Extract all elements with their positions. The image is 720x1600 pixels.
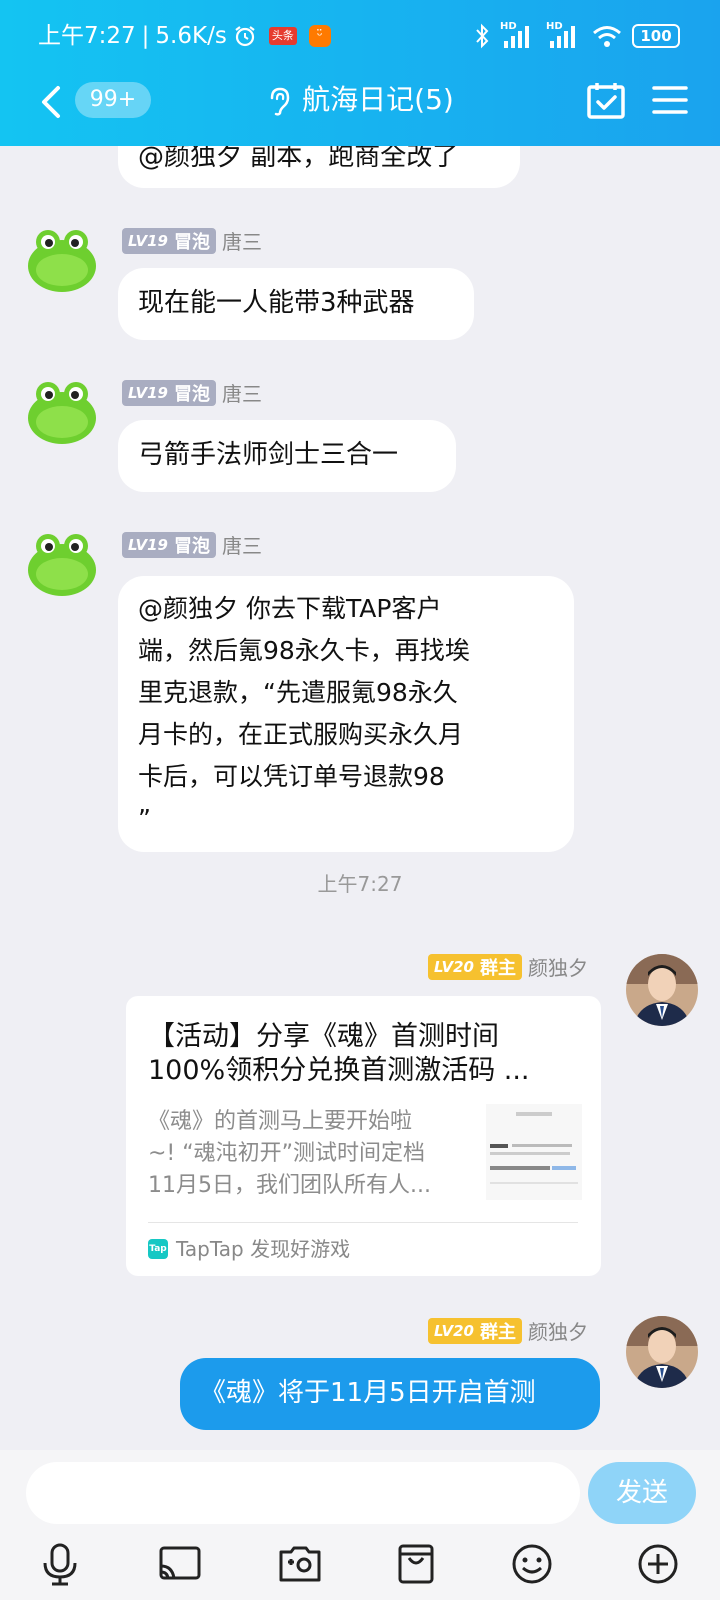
card-source: Tap TapTap 发现好游戏: [148, 1237, 351, 1261]
sender-name[interactable]: 唐三: [222, 226, 262, 255]
avatar[interactable]: [26, 526, 98, 598]
cast-icon[interactable]: [158, 1542, 202, 1586]
status-separator: |: [141, 23, 150, 49]
message-line: 里克退款，“先遣服氪98永久: [138, 678, 458, 707]
card-thumbnail: [486, 1104, 582, 1200]
plus-icon[interactable]: [636, 1542, 680, 1586]
link-card[interactable]: 【活动】分享《魂》首测时间 100%领积分兑换首测激活码 ... 《魂》的首测马…: [126, 996, 601, 1276]
divider: [148, 1222, 578, 1223]
image-icon[interactable]: [278, 1542, 322, 1586]
alarm-icon: [235, 26, 255, 47]
card-title: 【活动】分享《魂》首测时间 100%领积分兑换首测激活码 ...: [148, 1021, 530, 1086]
sender-meta: LV20 群主 颜独夕: [428, 1316, 588, 1345]
status-bar: 上午7:27 | 5.6K/s 头条 ᵕ̈ HD HD 100: [0, 18, 720, 54]
taptap-icon: Tap: [148, 1239, 168, 1259]
signal-1: HD: [500, 21, 536, 49]
message-bubble[interactable]: @颜独夕 你去下载TAP客户 端，然后氪98永久卡，再找埃 里克退款，“先遣服氪…: [118, 576, 574, 852]
network-speed: 5.6K/s: [155, 23, 227, 49]
status-left: 上午7:27 | 5.6K/s 头条 ᵕ̈: [38, 18, 331, 54]
sender-name[interactable]: 颜独夕: [528, 952, 588, 981]
sender-meta: LV19 冒泡 唐三: [122, 530, 262, 559]
cellular-signal-icon: [504, 26, 529, 48]
avatar[interactable]: [26, 374, 98, 446]
chat-title-text: 航海日记(5): [302, 83, 454, 116]
input-bar: 发送: [0, 1450, 720, 1600]
avatar[interactable]: [26, 222, 98, 294]
level-badge: LV19 冒泡: [122, 227, 216, 254]
message-text: 《魂》将于11月5日开启首测: [200, 1378, 536, 1408]
timestamp: 上午7:27: [317, 872, 403, 896]
message-line: @颜独夕 你去下载TAP客户: [138, 594, 442, 623]
sender-meta: LV20 群主 颜独夕: [428, 952, 588, 981]
status-time: 上午7:27: [38, 23, 136, 49]
header: 上午7:27 | 5.6K/s 头条 ᵕ̈ HD HD 100 99+ 航海日记…: [0, 0, 720, 146]
gift-icon[interactable]: [394, 1542, 438, 1586]
bluetooth-icon: [476, 23, 489, 49]
mic-icon[interactable]: [38, 1542, 82, 1586]
level-badge: LV19 冒泡: [122, 531, 216, 558]
toutiao-icon: 头条: [268, 27, 297, 45]
avatar[interactable]: [626, 1316, 698, 1388]
chat-area: @颜独夕 副本，跑商全改了 LV19 冒泡 唐三 现在能一人能带3种武器 LV19…: [0, 0, 720, 1450]
message-line: 卡后，可以凭订单号退款98: [138, 762, 445, 791]
message-line: 端，然后氪98永久卡，再找埃: [138, 636, 470, 665]
signal-2: HD: [546, 21, 582, 49]
calendar-check-icon[interactable]: [586, 80, 626, 120]
ear-icon: [270, 87, 290, 116]
sender-meta: LV19 冒泡 唐三: [122, 378, 262, 407]
taobao-icon: ᵕ̈: [308, 25, 331, 47]
message-input[interactable]: [26, 1462, 580, 1524]
wifi-icon: [593, 26, 621, 47]
nav-bar: 99+ 航海日记(5): [0, 72, 720, 132]
avatar[interactable]: [626, 954, 698, 1026]
sender-name[interactable]: 唐三: [222, 378, 262, 407]
card-description: 《魂》的首测马上要开始啦 ~! “魂沌初开”测试时间定档 11月5日，我们团队所…: [148, 1109, 431, 1198]
message-text: 现在能一人能带3种武器: [138, 288, 415, 318]
sender-meta: LV19 冒泡 唐三: [122, 226, 262, 255]
message-bubble[interactable]: 《魂》将于11月5日开启首测: [180, 1358, 600, 1430]
level-badge: LV19 冒泡: [122, 379, 216, 406]
message-text: 弓箭手法师剑士三合一: [138, 440, 399, 470]
send-button[interactable]: 发送: [588, 1462, 696, 1524]
cellular-signal-icon: [550, 26, 575, 48]
message-line: ”: [138, 804, 151, 833]
sender-name[interactable]: 颜独夕: [528, 1316, 588, 1345]
level-badge: LV20 群主: [428, 1317, 522, 1344]
level-badge: LV20 群主: [428, 953, 522, 980]
emoji-icon[interactable]: [510, 1542, 554, 1586]
message-bubble[interactable]: 现在能一人能带3种武器: [118, 268, 474, 340]
status-right: HD HD 100: [474, 18, 680, 54]
message-text: @颜独夕 副本，跑商全改了: [138, 142, 459, 172]
battery-icon: 100: [632, 24, 680, 48]
input-toolbar: [0, 1538, 720, 1596]
message-line: 月卡的，在正式服购买永久月: [138, 720, 464, 749]
menu-icon[interactable]: [652, 82, 688, 118]
sender-name[interactable]: 唐三: [222, 530, 262, 559]
message-bubble[interactable]: 弓箭手法师剑士三合一: [118, 420, 456, 492]
